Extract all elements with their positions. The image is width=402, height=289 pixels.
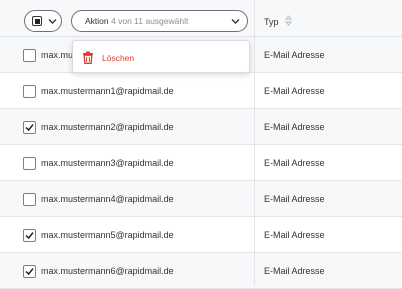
type-cell: E-Mail Adresse xyxy=(264,266,325,276)
table-row[interactable]: max.mustermann4@rapidmail.de E-Mail Adres… xyxy=(0,181,402,217)
bulk-action-menu: Löschen xyxy=(72,40,250,73)
row-checkbox[interactable] xyxy=(23,121,36,134)
selection-count: 4 von 11 ausgewählt xyxy=(111,16,189,26)
email-cell: max.mustermann2@rapidmail.de xyxy=(41,122,174,132)
table-row[interactable]: max.mustermann3@rapidmail.de E-Mail Adres… xyxy=(0,145,402,181)
table-row[interactable]: max.mustermann2@rapidmail.de E-Mail Adres… xyxy=(0,109,402,145)
email-cell: max.mustermann6@rapidmail.de xyxy=(41,266,174,276)
chevron-down-icon xyxy=(231,19,240,24)
type-cell: E-Mail Adresse xyxy=(264,230,325,240)
sort-icon[interactable] xyxy=(285,15,292,26)
select-all-checkbox[interactable] xyxy=(32,16,42,26)
checkmark-icon xyxy=(25,124,34,132)
checkmark-icon xyxy=(25,232,34,240)
type-column-header[interactable]: Typ xyxy=(264,17,279,27)
chevron-down-icon xyxy=(48,19,57,24)
row-checkbox[interactable] xyxy=(23,157,36,170)
type-cell: E-Mail Adresse xyxy=(264,86,325,96)
type-cell: E-Mail Adresse xyxy=(264,158,325,168)
action-label: Aktion xyxy=(85,16,109,26)
row-checkbox[interactable] xyxy=(23,85,36,98)
select-all-toggle[interactable] xyxy=(24,10,62,32)
checkmark-icon xyxy=(25,268,34,276)
row-checkbox[interactable] xyxy=(23,265,36,278)
type-cell: E-Mail Adresse xyxy=(264,50,325,60)
table-row[interactable]: max.mustermann6@rapidmail.de E-Mail Adres… xyxy=(0,253,402,289)
row-checkbox[interactable] xyxy=(23,49,36,62)
row-checkbox[interactable] xyxy=(23,193,36,206)
email-cell: max.mustermann5@rapidmail.de xyxy=(41,230,174,240)
type-cell: E-Mail Adresse xyxy=(264,122,325,132)
column-divider xyxy=(254,0,255,286)
email-cell: max.mustermann1@rapidmail.de xyxy=(41,86,174,96)
row-checkbox[interactable] xyxy=(23,229,36,242)
email-cell: max.mustermann4@rapidmail.de xyxy=(41,194,174,204)
email-cell: max.mustermann3@rapidmail.de xyxy=(41,158,174,168)
delete-menu-item[interactable]: Löschen xyxy=(102,53,134,63)
trash-icon xyxy=(83,51,93,64)
type-cell: E-Mail Adresse xyxy=(264,194,325,204)
table-row[interactable]: max.mustermann1@rapidmail.de E-Mail Adres… xyxy=(0,73,402,109)
bulk-action-select[interactable]: Aktion 4 von 11 ausgewählt xyxy=(71,10,248,32)
table-header-row: Aktion 4 von 11 ausgewählt Typ xyxy=(0,0,402,37)
table-row[interactable]: max.mustermann5@rapidmail.de E-Mail Adres… xyxy=(0,217,402,253)
